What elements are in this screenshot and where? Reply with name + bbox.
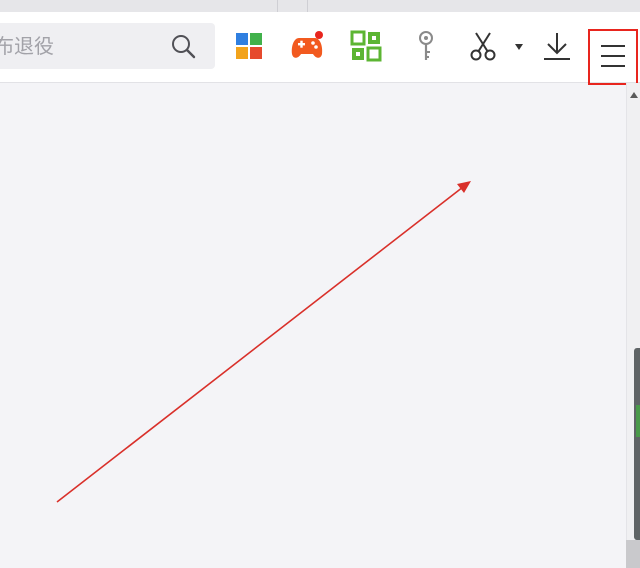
scroll-up-arrow-icon[interactable] xyxy=(630,92,638,98)
search-box[interactable]: 布退役 xyxy=(0,23,215,69)
key-icon[interactable] xyxy=(410,30,442,62)
scissors-icon[interactable] xyxy=(467,30,499,62)
side-panel-accent xyxy=(636,405,640,437)
scrollbar-thumb[interactable] xyxy=(626,540,640,568)
annotation-arrow xyxy=(56,181,471,503)
search-icon[interactable] xyxy=(169,32,197,60)
browser-toolbar: 布退役 xyxy=(0,12,640,85)
tab-strip xyxy=(0,0,640,12)
qr-apps-icon[interactable] xyxy=(350,30,382,62)
game-controller-icon[interactable] xyxy=(291,30,323,62)
download-icon[interactable] xyxy=(541,30,573,62)
hamburger-menu-icon xyxy=(601,45,625,67)
page-content-area xyxy=(0,83,626,568)
windows-apps-icon[interactable] xyxy=(233,30,265,62)
tab-divider xyxy=(277,0,278,12)
tab-divider xyxy=(307,0,308,12)
main-menu-button[interactable] xyxy=(588,29,638,85)
dropdown-arrow-icon[interactable] xyxy=(514,43,524,51)
search-input-text[interactable]: 布退役 xyxy=(0,33,54,59)
side-panel-widget[interactable] xyxy=(634,348,640,540)
